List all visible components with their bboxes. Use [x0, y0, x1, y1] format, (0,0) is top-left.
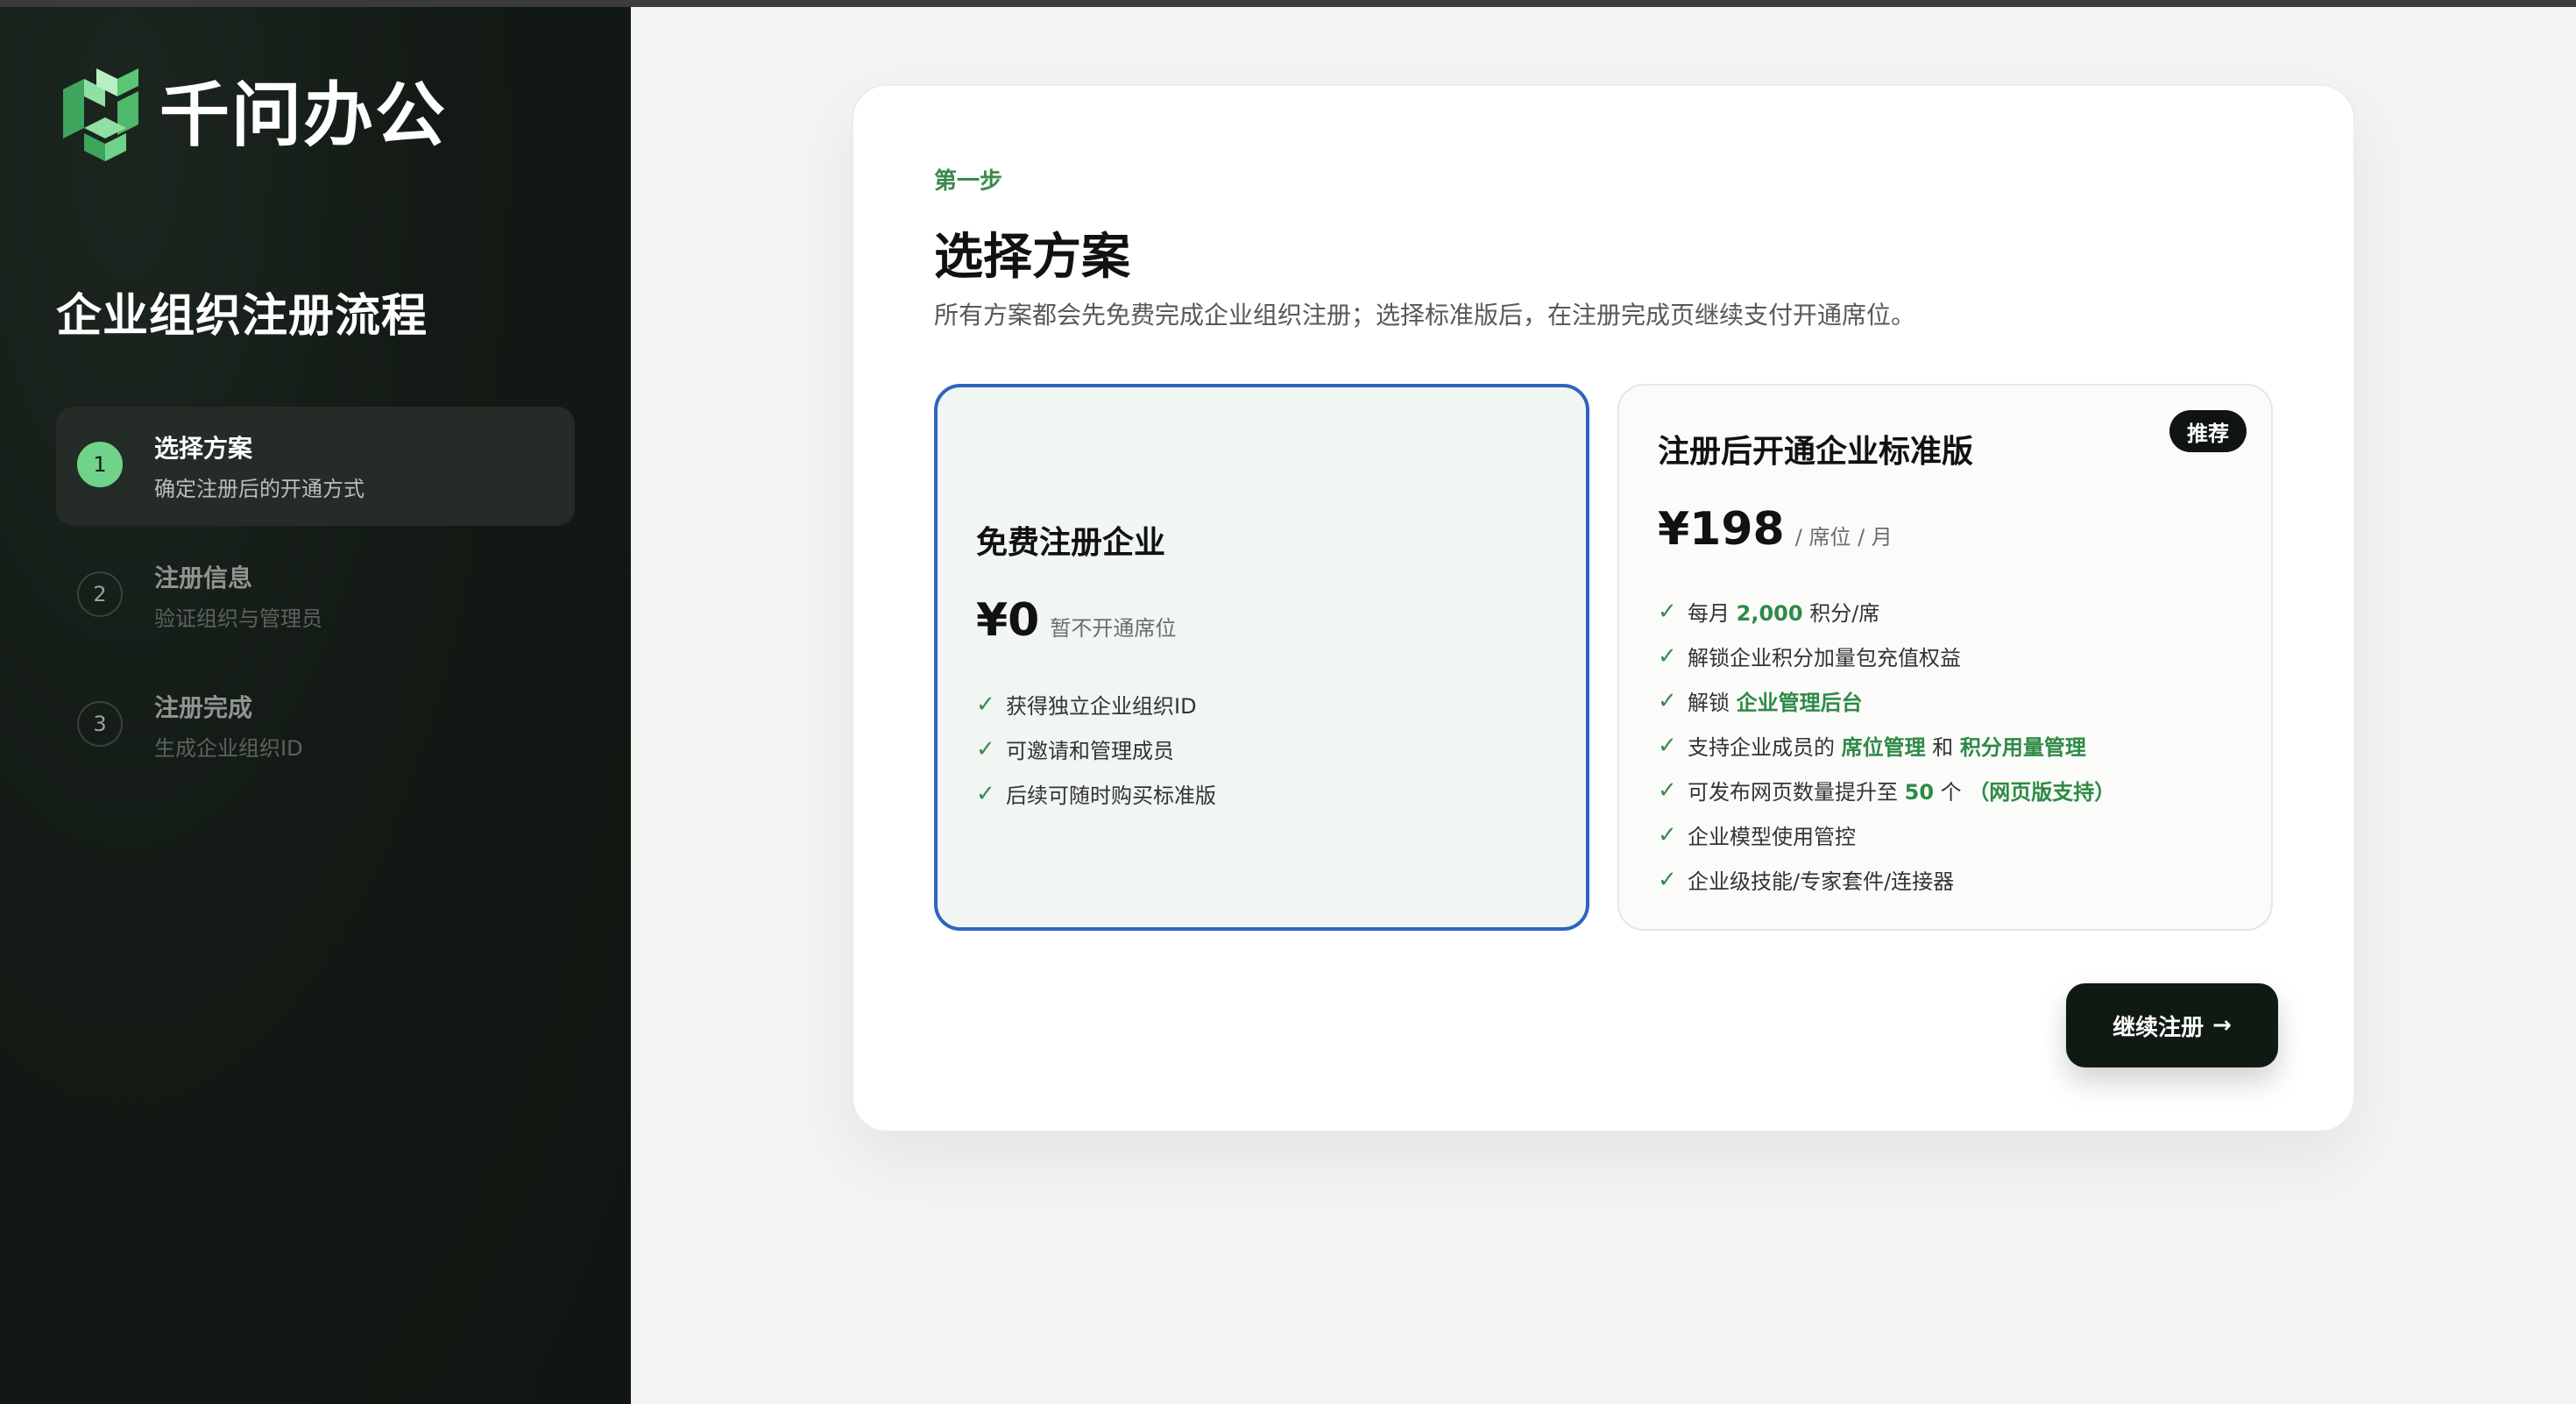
page-title: 选择方案 — [934, 229, 1130, 286]
feature-text: 解锁 企业管理后台 — [1688, 691, 1863, 715]
feature-text: 获得独立企业组织ID — [1006, 694, 1197, 719]
plan-price-row: ¥198 / 席位 / 月 — [1658, 503, 1893, 556]
plan-price: ¥198 — [1658, 503, 1785, 556]
feature-highlight: 2,000 — [1736, 601, 1803, 626]
check-icon: ✓ — [976, 691, 995, 718]
check-icon: ✓ — [1658, 776, 1677, 804]
check-icon: ✓ — [1658, 642, 1677, 670]
step-number: 3 — [77, 701, 123, 747]
plan-price-note: 暂不开通席位 — [1050, 616, 1177, 641]
step-label: 注册信息 — [154, 564, 253, 592]
plan-card-standard[interactable]: 推荐 注册后开通企业标准版 ¥198 / 席位 / 月 ✓ 每月 2,000 积… — [1617, 384, 2273, 931]
feature-highlight: 席位管理 — [1841, 735, 1926, 760]
check-icon: ✓ — [1658, 687, 1677, 714]
feature-highlight: 50 — [1904, 780, 1935, 805]
feature-text: 支持企业成员的 席位管理 和 积分用量管理 — [1688, 735, 2086, 760]
step-registration-info[interactable]: 2 注册信息 验证组织与管理员 — [56, 536, 575, 656]
continue-register-button[interactable]: 继续注册 → — [2066, 983, 2278, 1067]
feature-text: 企业级技能/专家套件/连接器 — [1688, 869, 1955, 894]
step-description: 生成企业组织ID — [154, 736, 303, 761]
feature-text: 可发布网页数量提升至 50 个 （网页版支持） — [1688, 780, 2116, 805]
feature-item: ✓ 每月 2,000 积分/席 — [1658, 589, 2115, 634]
plan-price: ¥0 — [976, 594, 1040, 647]
check-icon: ✓ — [976, 780, 995, 807]
plan-feature-list: ✓ 获得独立企业组织ID ✓ 可邀请和管理成员 ✓ 后续可随时购买标准版 — [976, 682, 1216, 816]
step-tag: 第一步 — [934, 168, 1003, 195]
check-icon: ✓ — [1658, 732, 1677, 759]
feature-item: ✓ 后续可随时购买标准版 — [976, 771, 1216, 816]
plan-selection-card: 第一步 选择方案 所有方案都会先免费完成企业组织注册；选择标准版后，在注册完成页… — [852, 84, 2355, 1132]
step-select-plan[interactable]: 1 选择方案 确定注册后的开通方式 — [56, 407, 575, 526]
feature-highlight: 企业管理后台 — [1736, 691, 1863, 715]
continue-button-label: 继续注册 — [2112, 1014, 2204, 1041]
feature-highlight: 积分用量管理 — [1959, 735, 2086, 760]
arrow-right-icon: → — [2212, 1012, 2232, 1039]
plan-price-row: ¥0 暂不开通席位 — [976, 594, 1176, 647]
sidebar: 千问办公 企业组织注册流程 1 选择方案 确定注册后的开通方式 2 注册信息 验… — [0, 7, 631, 1404]
check-icon: ✓ — [1658, 866, 1677, 893]
feature-item: ✓ 支持企业成员的 席位管理 和 积分用量管理 — [1658, 723, 2115, 768]
step-registration-complete[interactable]: 3 注册完成 生成企业组织ID — [56, 666, 575, 785]
feature-item: ✓ 解锁 企业管理后台 — [1658, 678, 2115, 723]
window-top-bar — [0, 0, 2576, 7]
sidebar-title: 企业组织注册流程 — [56, 290, 428, 343]
step-number: 1 — [77, 442, 123, 487]
check-icon: ✓ — [1658, 821, 1677, 848]
feature-text: 可邀请和管理成员 — [1006, 739, 1174, 763]
feature-item: ✓ 企业模型使用管控 — [1658, 812, 2115, 857]
check-icon: ✓ — [1658, 598, 1677, 625]
page-subtitle: 所有方案都会先免费完成企业组织注册；选择标准版后，在注册完成页继续支付开通席位。 — [934, 301, 1916, 330]
feature-text: 解锁企业积分加量包充值权益 — [1688, 646, 1961, 670]
plan-name: 免费注册企业 — [976, 525, 1166, 561]
brand-logo: 千问办公 — [54, 63, 447, 168]
step-label: 选择方案 — [154, 434, 253, 463]
feature-highlight: （网页版支持） — [1968, 780, 2116, 805]
plan-name: 注册后开通企业标准版 — [1658, 434, 1974, 470]
recommended-badge: 推荐 — [2169, 410, 2247, 452]
plan-card-free[interactable]: 免费注册企业 ¥0 暂不开通席位 ✓ 获得独立企业组织ID ✓ 可邀请和管理成员… — [934, 384, 1589, 931]
feature-item: ✓ 可邀请和管理成员 — [976, 727, 1216, 771]
step-description: 确定注册后的开通方式 — [154, 477, 364, 501]
feature-text: 每月 2,000 积分/席 — [1688, 601, 1880, 626]
feature-item: ✓ 解锁企业积分加量包充值权益 — [1658, 634, 2115, 678]
feature-text: 企业模型使用管控 — [1688, 825, 1856, 849]
feature-item: ✓ 可发布网页数量提升至 50 个 （网页版支持） — [1658, 768, 2115, 812]
check-icon: ✓ — [976, 735, 995, 762]
feature-text: 后续可随时购买标准版 — [1006, 784, 1216, 808]
feature-item: ✓ 获得独立企业组织ID — [976, 682, 1216, 727]
qianwen-logo-icon — [63, 68, 138, 161]
step-description: 验证组织与管理员 — [154, 606, 322, 631]
plan-price-note: / 席位 / 月 — [1794, 525, 1893, 550]
step-label: 注册完成 — [154, 693, 253, 722]
brand-name: 千问办公 — [159, 74, 447, 156]
step-number: 2 — [77, 571, 123, 617]
plan-feature-list: ✓ 每月 2,000 积分/席 ✓ 解锁企业积分加量包充值权益 ✓ 解锁 企业管… — [1658, 589, 2115, 902]
feature-item: ✓ 企业级技能/专家套件/连接器 — [1658, 857, 2115, 902]
